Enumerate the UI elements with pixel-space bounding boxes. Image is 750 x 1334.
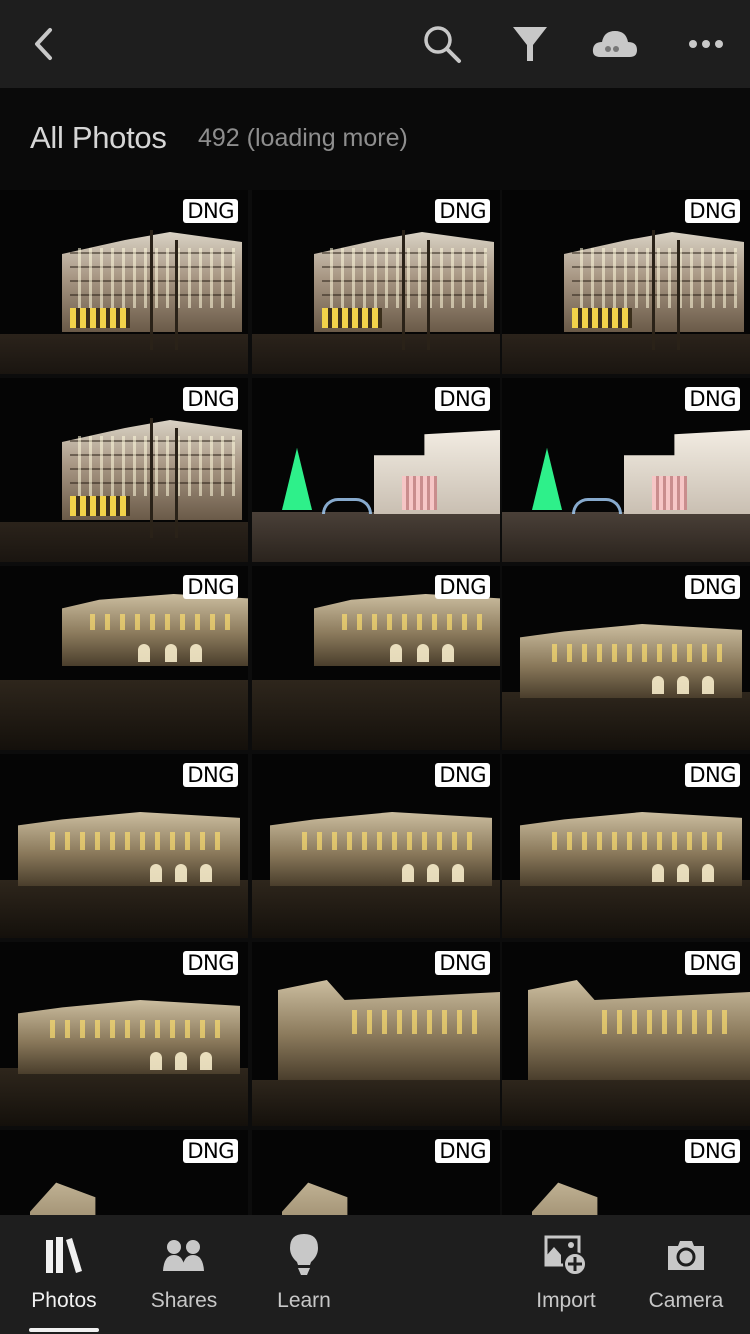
file-type-badge: DNG [685,763,740,787]
file-type-badge: DNG [183,387,238,411]
album-header: All Photos 492 (loading more) [0,88,750,190]
active-tab-indicator [29,1328,99,1332]
back-chevron-icon [35,28,52,60]
cloud-sync-button[interactable] [585,14,645,74]
photo-thumbnail[interactable]: DNG [502,566,750,750]
photo-thumbnail[interactable]: DNG [0,942,248,1126]
filter-icon [513,27,547,61]
photo-thumbnail[interactable]: DNG [502,190,750,374]
page-title: All Photos [30,120,167,155]
file-type-badge: DNG [685,575,740,599]
tab-import[interactable]: Import [506,1215,626,1334]
photo-count: 492 (loading more) [198,124,408,152]
file-type-badge: DNG [685,1139,740,1163]
import-photo-icon [544,1235,587,1275]
lightbulb-icon [290,1234,318,1275]
file-type-badge: DNG [685,199,740,223]
camera-icon [668,1241,704,1270]
file-type-badge: DNG [183,575,238,599]
photo-thumbnail[interactable]: DNG [252,190,500,374]
tab-label: Camera [648,1289,724,1312]
photo-grid[interactable]: DNG DNG DNG DNG DNG DNG DNG DNG DNG DNG DNG DNG DNG D… [0,190,750,1215]
tab-label: Learn [277,1289,331,1312]
photo-thumbnail[interactable]: DNG [252,566,500,750]
photo-thumbnail[interactable]: DNG [502,942,750,1126]
file-type-badge: DNG [183,1139,238,1163]
photo-thumbnail[interactable]: DNG [252,1130,500,1215]
more-options-button[interactable] [676,14,736,74]
cloud-icon [592,31,637,57]
file-type-badge: DNG [183,763,238,787]
file-type-badge: DNG [183,199,238,223]
photo-thumbnail[interactable]: DNG [252,754,500,938]
back-button[interactable] [14,14,74,74]
photo-thumbnail[interactable]: DNG [502,754,750,938]
filter-button[interactable] [500,14,560,74]
photo-thumbnail[interactable]: DNG [0,1130,248,1215]
tab-learn[interactable]: Learn [244,1215,364,1334]
photo-thumbnail[interactable]: DNG [502,1130,750,1215]
bottom-tab-bar: Photos Shares Learn Import Camera [0,1215,750,1334]
tab-shares[interactable]: Shares [124,1215,244,1334]
photo-thumbnail[interactable]: DNG [252,378,500,562]
file-type-badge: DNG [435,199,490,223]
more-icon [689,40,723,48]
file-type-badge: DNG [435,387,490,411]
photo-thumbnail[interactable]: DNG [0,754,248,938]
file-type-badge: DNG [183,951,238,975]
file-type-badge: DNG [685,951,740,975]
search-button[interactable] [412,14,472,74]
tab-label: Import [536,1289,596,1312]
file-type-badge: DNG [435,763,490,787]
photo-thumbnail[interactable]: DNG [502,378,750,562]
tab-label: Shares [150,1289,218,1312]
library-icon [46,1237,82,1273]
file-type-badge: DNG [685,387,740,411]
search-icon [424,26,461,63]
photo-thumbnail[interactable]: DNG [0,566,248,750]
photo-thumbnail[interactable]: DNG [0,378,248,562]
file-type-badge: DNG [435,1139,490,1163]
people-icon [163,1240,204,1271]
photo-thumbnail[interactable]: DNG [252,942,500,1126]
tab-camera[interactable]: Camera [626,1215,746,1334]
tab-photos[interactable]: Photos [4,1215,124,1334]
file-type-badge: DNG [435,951,490,975]
photo-thumbnail[interactable]: DNG [0,190,248,374]
file-type-badge: DNG [435,575,490,599]
top-toolbar [0,0,750,88]
tab-label: Photos [31,1289,97,1312]
